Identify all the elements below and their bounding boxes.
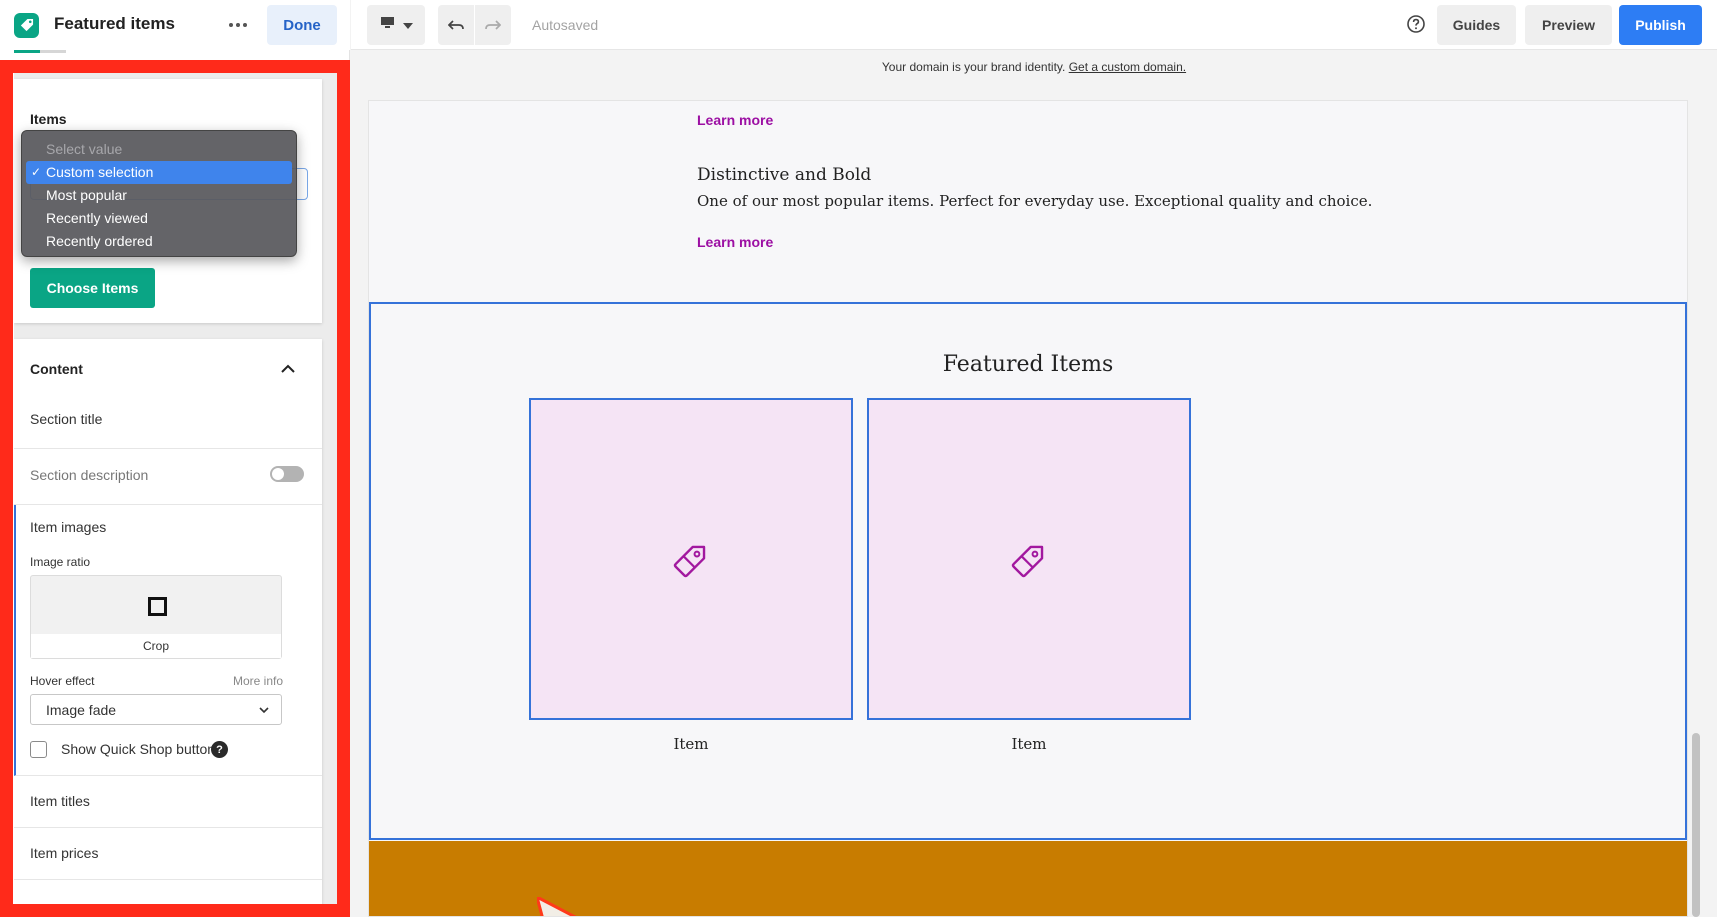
featured-items-title: Featured Items: [942, 352, 1114, 377]
learn-more-link[interactable]: Learn more: [697, 234, 773, 250]
dropdown-option-recently-ordered[interactable]: Recently ordered: [26, 230, 292, 253]
product-image-placeholder[interactable]: [867, 398, 1191, 720]
section-title-label: Section title: [30, 411, 103, 427]
item-prices-row[interactable]: Item prices: [14, 828, 322, 880]
tag-icon: [669, 536, 715, 582]
items-heading: Items: [30, 111, 67, 127]
option-label: Most popular: [46, 187, 127, 203]
domain-banner: Your domain is your brand identity. Get …: [351, 60, 1717, 90]
domain-banner-text: Your domain is your brand identity.: [881, 60, 1069, 74]
section-description-row: Section description: [14, 449, 322, 505]
hover-more-info-link[interactable]: More info: [233, 674, 283, 688]
next-section-band[interactable]: [369, 841, 1687, 916]
help-circle-icon[interactable]: [1406, 14, 1426, 34]
editor-top-bar: Autosaved Guides Preview Publish: [351, 0, 1717, 50]
cursor-arrow-icon: [534, 894, 587, 916]
option-label: Recently viewed: [46, 210, 148, 226]
active-tab-indicator: [14, 50, 40, 53]
item-titles-label: Item titles: [30, 793, 90, 809]
device-switcher-button[interactable]: [367, 5, 425, 45]
content-card: Content Section title Section descriptio…: [14, 339, 322, 917]
dropdown-option-placeholder: Select value: [26, 138, 292, 161]
learn-more-link[interactable]: Learn more: [697, 112, 773, 128]
quick-shop-label: Show Quick Shop button: [61, 741, 216, 757]
guides-button[interactable]: Guides: [1437, 5, 1516, 45]
hover-effect-value: Image fade: [46, 702, 117, 718]
square-crop-icon: [148, 597, 167, 616]
option-label: Custom selection: [46, 164, 154, 180]
dropdown-option-recently-viewed[interactable]: Recently viewed: [26, 207, 292, 230]
image-ratio-label: Image ratio: [30, 555, 91, 569]
undo-icon[interactable]: [438, 5, 474, 45]
dropdown-option-most-popular[interactable]: Most popular: [26, 184, 292, 207]
quick-shop-checkbox[interactable]: [30, 741, 47, 758]
toggle-knob: [272, 468, 284, 480]
panel-header: Featured items Done: [0, 0, 350, 50]
product-name[interactable]: Item: [529, 735, 853, 753]
item-titles-row[interactable]: Item titles: [14, 776, 322, 828]
content-heading: Content: [30, 361, 83, 377]
redo-icon[interactable]: [475, 5, 511, 45]
image-ratio-crop-option[interactable]: Crop: [30, 575, 282, 659]
custom-domain-link[interactable]: Get a custom domain.: [1069, 60, 1186, 74]
product-image-placeholder[interactable]: [529, 398, 853, 720]
items-dropdown-menu: Select value ✓ Custom selection Most popu…: [21, 130, 297, 257]
site-preview-canvas: Learn more Distinctive and Bold One of o…: [368, 100, 1688, 917]
editor-side-panel: Featured items Done Items Choose Items C…: [0, 0, 350, 917]
chevron-down-icon: [257, 703, 271, 717]
checkmark-icon: ✓: [31, 165, 42, 179]
item-description: One of our most popular items. Perfect f…: [697, 192, 1373, 210]
featured-items-section[interactable]: Featured Items Item Item: [369, 302, 1687, 840]
item-images-label: Item images: [30, 519, 107, 535]
option-label: Select value: [46, 141, 123, 157]
panel-title: Featured items: [54, 14, 175, 33]
tag-icon: [1007, 536, 1053, 582]
canvas-scrollbar[interactable]: [1692, 733, 1700, 917]
section-title-row[interactable]: Section title: [14, 393, 322, 449]
dropdown-option-custom-selection[interactable]: ✓ Custom selection: [26, 161, 292, 184]
chevron-up-icon[interactable]: [278, 359, 298, 379]
help-icon[interactable]: ?: [211, 741, 228, 758]
item-heading: Distinctive and Bold: [697, 165, 872, 185]
hover-effect-label: Hover effect: [30, 674, 95, 688]
option-label: Recently ordered: [46, 233, 153, 249]
done-button[interactable]: Done: [267, 5, 337, 45]
inactive-tab-indicator: [40, 50, 66, 53]
tag-logo-icon: [14, 13, 39, 38]
publish-button[interactable]: Publish: [1619, 5, 1702, 45]
section-description-label: Section description: [30, 467, 149, 483]
product-name[interactable]: Item: [867, 735, 1191, 753]
section-description-toggle[interactable]: [270, 466, 304, 482]
choose-items-button[interactable]: Choose Items: [30, 268, 155, 308]
autosave-status: Autosaved: [532, 17, 599, 33]
hover-effect-select[interactable]: Image fade: [30, 694, 282, 725]
preview-button[interactable]: Preview: [1525, 5, 1612, 45]
item-images-row: Item images Image ratio Crop Hover effec…: [14, 505, 322, 776]
item-prices-label: Item prices: [30, 845, 99, 861]
crop-label: Crop: [142, 639, 169, 653]
dropdown-caret-icon: [402, 16, 413, 34]
more-options-icon[interactable]: [222, 12, 254, 38]
desktop-icon: [380, 16, 395, 34]
